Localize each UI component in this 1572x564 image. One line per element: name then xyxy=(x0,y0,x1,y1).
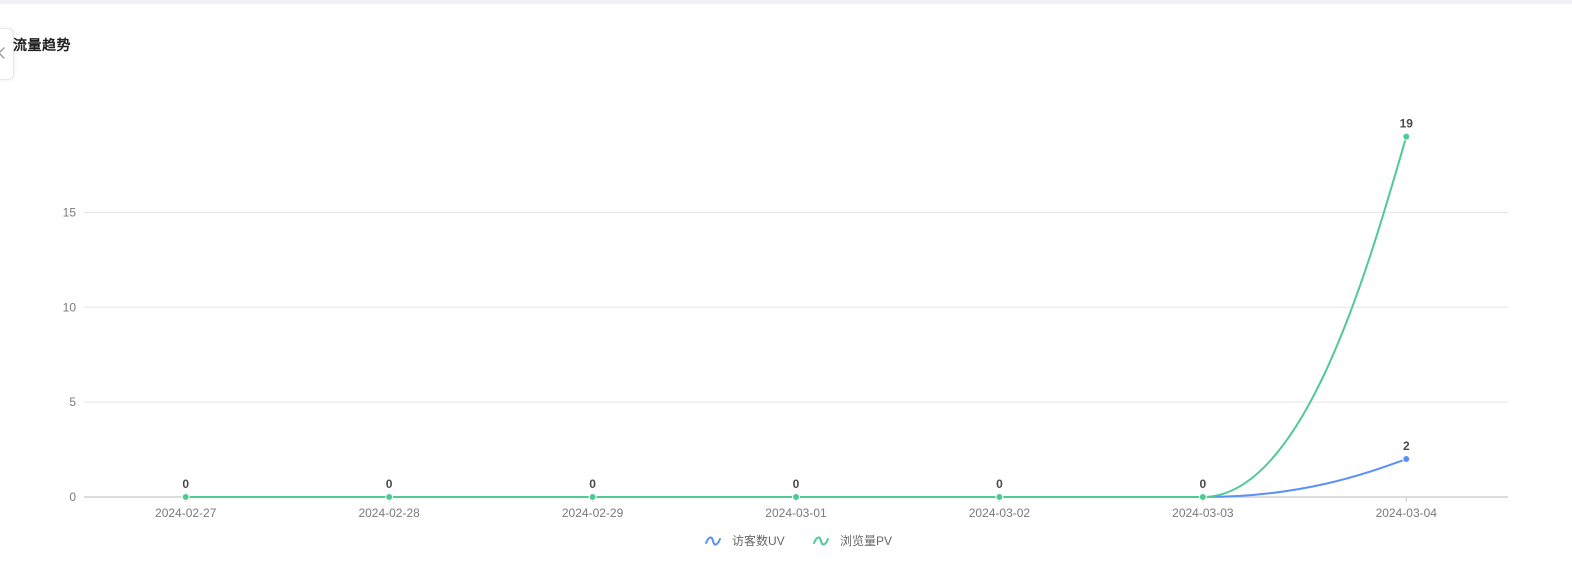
x-tick-label: 2024-03-02 xyxy=(969,506,1031,520)
x-tick-label: 2024-03-01 xyxy=(765,506,827,520)
series-line-2 xyxy=(185,136,1408,498)
traffic-trend-chart: 051015 2024-02-27 2024-02-28 2024-02-29 202… xyxy=(63,117,1508,548)
legend-label: 访客数UV xyxy=(732,533,785,548)
legend-swatch-icon xyxy=(705,536,721,546)
data-label: 0 xyxy=(793,477,800,491)
grid-lines xyxy=(84,211,1508,498)
data-point[interactable] xyxy=(181,493,190,501)
traffic-trend-card: 0 5 10 15 2024-02-27 2024-02-28 2024-02-29 202… xyxy=(0,4,1572,564)
data-label: 2 xyxy=(1403,439,1410,453)
legend-label: 浏览量PV xyxy=(840,533,892,548)
collapse-panel-button[interactable] xyxy=(0,28,14,80)
legend-item-1[interactable]: 访客数UV xyxy=(705,533,785,548)
y-tick-label: 10 xyxy=(63,300,77,314)
data-point[interactable] xyxy=(1402,455,1411,464)
x-tick-label: 2024-02-28 xyxy=(358,506,420,520)
chevron-left-icon xyxy=(0,47,5,59)
data-point[interactable] xyxy=(1198,493,1207,501)
series-lines xyxy=(181,132,1411,501)
y-tick-label: 15 xyxy=(63,205,77,219)
y-tick-label: 0 xyxy=(69,490,76,504)
legend-item-2[interactable]: 浏览量PV xyxy=(813,533,892,548)
x-tick-label: 2024-02-29 xyxy=(562,506,624,520)
card-title: 流量趋势 xyxy=(13,37,71,53)
x-tick-label: 2024-02-27 xyxy=(155,506,217,520)
chart-legend[interactable]: 访客数UV 浏览量PV xyxy=(705,533,892,548)
data-label: 0 xyxy=(996,477,1003,491)
data-label: 19 xyxy=(1400,117,1414,131)
data-label: 0 xyxy=(386,477,393,491)
data-label: 0 xyxy=(182,477,189,491)
legend-swatch-icon xyxy=(813,536,829,546)
data-label: 0 xyxy=(1200,477,1207,491)
x-tick-label: 2024-03-04 xyxy=(1376,506,1438,520)
data-labels: 2 0 0 0 0 0 0 19 xyxy=(182,117,1413,491)
data-point[interactable] xyxy=(995,493,1004,501)
data-point[interactable] xyxy=(792,493,800,501)
data-label: 0 xyxy=(589,477,596,491)
data-point[interactable] xyxy=(1402,132,1411,141)
y-tick-label: 5 xyxy=(69,395,76,409)
y-axis-ticks: 0 5 10 15 xyxy=(63,205,77,504)
data-point[interactable] xyxy=(385,493,394,501)
x-tick-label: 2024-03-03 xyxy=(1172,506,1234,520)
data-point[interactable] xyxy=(588,493,597,501)
